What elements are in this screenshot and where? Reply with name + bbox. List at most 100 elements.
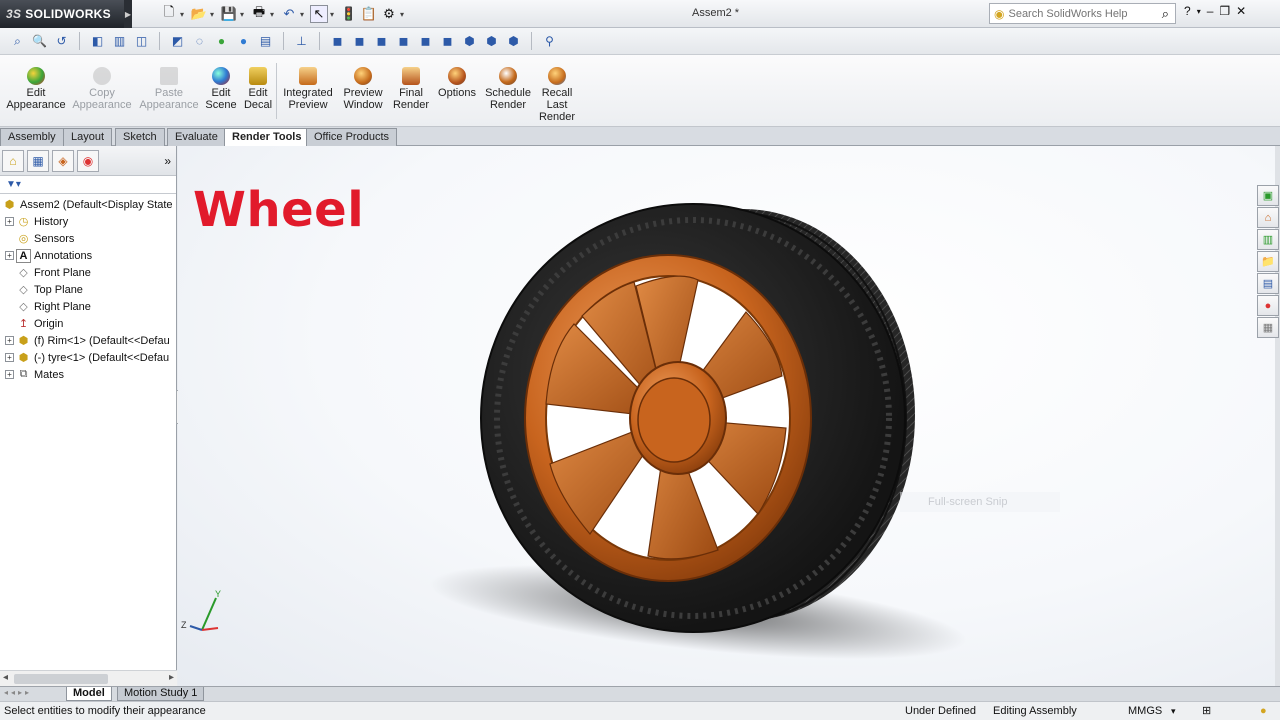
tree-filter[interactable]: ▼▾ <box>0 176 176 194</box>
trimetric-view-icon[interactable]: ⬢ <box>482 32 501 51</box>
dimetric-view-icon[interactable]: ⬢ <box>504 32 523 51</box>
tab-layout[interactable]: Layout <box>63 128 113 146</box>
tree-item-mates[interactable]: + ⧉ Mates <box>0 366 176 383</box>
minimize-icon[interactable]: – <box>1207 4 1214 18</box>
normal-to-icon[interactable]: ⊥ <box>292 32 311 51</box>
design-library-icon[interactable]: ⌂ <box>1257 207 1279 228</box>
file-explorer-icon[interactable]: ▥ <box>1257 229 1279 250</box>
save-icon[interactable]: 💾 <box>220 5 238 23</box>
custom-properties-icon[interactable]: ● <box>1257 295 1279 316</box>
top-view-icon[interactable]: ◼ <box>416 32 435 51</box>
new-dropdown-icon[interactable]: ▾ <box>180 10 188 19</box>
solidworks-resources-icon[interactable]: ▣ <box>1257 185 1279 206</box>
preview-window-button[interactable]: Preview Window <box>340 67 386 111</box>
search-box[interactable]: ◉ ⌕ <box>989 3 1176 24</box>
schedule-render-button[interactable]: Schedule Render <box>484 67 532 111</box>
expand-icon[interactable]: + <box>5 251 14 260</box>
isometric-view-icon[interactable]: ⬢ <box>460 32 479 51</box>
select-dropdown-icon[interactable]: ▾ <box>330 10 338 19</box>
open-dropdown-icon[interactable]: ▾ <box>210 10 218 19</box>
section-view-icon[interactable]: ◧ <box>88 32 107 51</box>
save-dropdown-icon[interactable]: ▾ <box>240 10 248 19</box>
status-units[interactable]: MMGS <box>1128 702 1162 720</box>
undo-icon[interactable]: ↶ <box>280 5 298 23</box>
task-pane-properties-icon[interactable]: ▦ <box>1257 317 1279 338</box>
bottom-view-icon[interactable]: ◼ <box>438 32 457 51</box>
apply-scene-icon[interactable]: ● <box>234 32 253 51</box>
front-view-icon[interactable]: ◼ <box>328 32 347 51</box>
tab-render-tools[interactable]: Render Tools <box>224 128 310 147</box>
final-render-button[interactable]: Final Render <box>391 67 431 111</box>
dynamic-annotation-icon[interactable]: ▥ <box>110 32 129 51</box>
filter-icon[interactable]: ▼▾ <box>6 179 21 190</box>
link-views-icon[interactable]: ⚲ <box>540 32 559 51</box>
rebuild-status-icon[interactable]: ● <box>1260 702 1267 720</box>
edit-appearance-icon[interactable]: ● <box>212 32 231 51</box>
view-settings-icon[interactable]: ▤ <box>256 32 275 51</box>
tab-model[interactable]: Model <box>66 687 112 701</box>
display-style-icon[interactable]: ◩ <box>168 32 187 51</box>
tab-assembly[interactable]: Assembly <box>0 128 64 146</box>
view-orientation-icon[interactable]: ◫ <box>132 32 151 51</box>
tree-item-rim[interactable]: + ⬢ (f) Rim<1> (Default<<Defau <box>0 332 176 349</box>
copy-appearance-button[interactable]: Copy Appearance <box>72 67 132 111</box>
tab-evaluate[interactable]: Evaluate <box>167 128 226 146</box>
graphics-area[interactable]: ⌕ 🔍 ↺ ◧ ◫ ◩ ◌ ● ● ▤ ▣ ▥ – ❐ ✕ Wheel <box>178 146 1275 686</box>
tab-sketch[interactable]: Sketch <box>115 128 165 146</box>
tree-item-sensors[interactable]: ◎ Sensors <box>0 230 176 247</box>
expand-icon[interactable]: + <box>5 353 14 362</box>
previous-view-icon[interactable]: ↺ <box>52 32 71 51</box>
select-pointer-icon[interactable]: ↖ <box>310 5 328 23</box>
print-dropdown-icon[interactable]: ▾ <box>270 10 278 19</box>
tab-motion-study[interactable]: Motion Study 1 <box>117 687 205 701</box>
scroll-right-icon[interactable]: ▸ <box>169 672 174 683</box>
edit-scene-button[interactable]: Edit Scene <box>204 67 238 111</box>
tab-scroll-arrows-icon[interactable]: ◂◂▸▸ <box>4 688 32 697</box>
close-icon[interactable]: ✕ <box>1236 4 1246 18</box>
restore-icon[interactable]: ❐ <box>1219 4 1230 18</box>
expand-icon[interactable]: + <box>5 336 14 345</box>
edit-decal-button[interactable]: Edit Decal <box>241 67 275 111</box>
file-properties-icon[interactable]: 📋 <box>360 5 378 23</box>
scrollbar-thumb[interactable] <box>14 674 108 684</box>
quick-tips-icon[interactable]: ⊞ <box>1202 702 1211 720</box>
featuremanager-tree-icon[interactable]: ⌂ <box>2 149 24 172</box>
paste-appearance-button[interactable]: Paste Appearance <box>139 67 199 111</box>
displaymanager-icon[interactable]: ◉ <box>77 149 99 172</box>
tree-item-origin[interactable]: ↥ Origin <box>0 315 176 332</box>
open-folder-icon[interactable]: 📂 <box>190 5 208 23</box>
right-view-icon[interactable]: ◼ <box>394 32 413 51</box>
more-tabs-chevron-icon[interactable]: » <box>164 154 171 168</box>
units-dropdown-icon[interactable]: ▾ <box>1171 702 1176 720</box>
appearances-scenes-icon[interactable]: ▤ <box>1257 273 1279 294</box>
recall-last-render-button[interactable]: Recall Last Render <box>536 67 578 123</box>
integrated-preview-button[interactable]: Integrated Preview <box>280 67 336 111</box>
expand-icon[interactable]: + <box>5 217 14 226</box>
propertymanager-icon[interactable]: ▦ <box>27 149 49 172</box>
tree-item-front-plane[interactable]: ◇ Front Plane <box>0 264 176 281</box>
zoom-to-fit-icon[interactable]: ⌕ <box>8 32 27 51</box>
new-document-icon[interactable]: 🗋 <box>160 4 178 23</box>
tree-item-history[interactable]: + ◷ History <box>0 213 176 230</box>
undo-dropdown-icon[interactable]: ▾ <box>300 10 308 19</box>
hide-show-items-icon[interactable]: ◌ <box>190 32 209 51</box>
back-view-icon[interactable]: ◼ <box>350 32 369 51</box>
left-view-icon[interactable]: ◼ <box>372 32 391 51</box>
search-icon[interactable]: ⌕ <box>1162 6 1169 22</box>
search-input[interactable] <box>1008 7 1149 20</box>
view-palette-icon[interactable]: 📁 <box>1257 251 1279 272</box>
print-icon[interactable]: 🖶 <box>250 4 268 23</box>
zoom-to-area-icon[interactable]: 🔍 <box>30 32 49 51</box>
solidworks-logo[interactable]: 3S SOLIDWORKS <box>0 0 124 28</box>
wheel-model[interactable] <box>178 146 1275 686</box>
options-dropdown-icon[interactable]: ▾ <box>400 10 408 19</box>
tree-root-assembly[interactable]: ⬢ Assem2 (Default<Display State <box>0 196 176 213</box>
menu-expand-arrow-icon[interactable]: ▶ <box>124 0 132 28</box>
configurationmanager-icon[interactable]: ◈ <box>52 149 74 172</box>
rebuild-icon[interactable]: 🚦 <box>340 5 358 23</box>
edit-appearance-button[interactable]: Edit Appearance <box>6 67 66 111</box>
scroll-left-icon[interactable]: ◂ <box>3 672 8 683</box>
tree-item-top-plane[interactable]: ◇ Top Plane <box>0 281 176 298</box>
tree-item-annotations[interactable]: + A Annotations <box>0 247 176 264</box>
horizontal-scrollbar[interactable]: ◂ ▸ <box>0 670 177 686</box>
